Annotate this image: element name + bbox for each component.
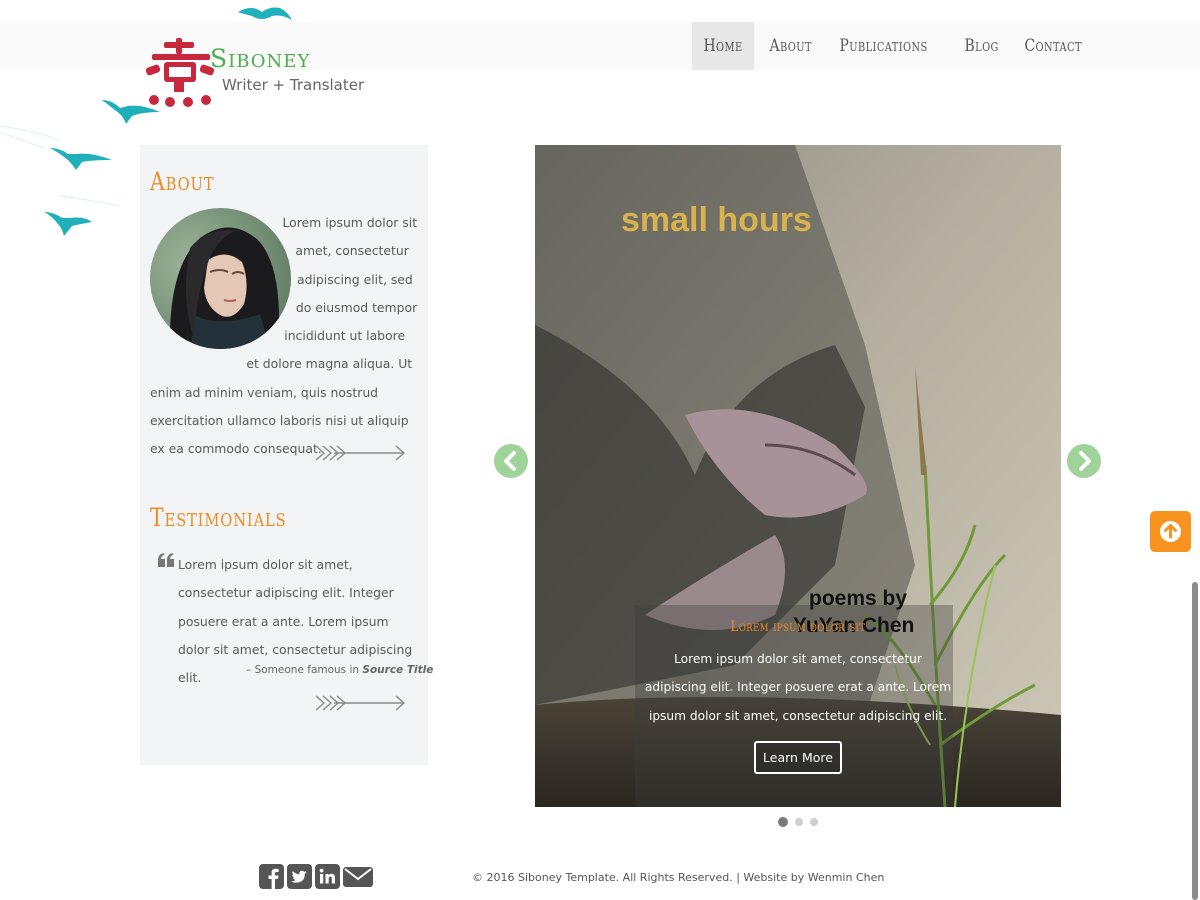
slide-subtitle-line1: poems by [809,587,908,610]
social-links [259,864,373,889]
nav-item-about[interactable]: About [758,22,823,70]
linkedin-icon[interactable] [315,864,340,889]
nav-item-home[interactable]: Home [692,22,755,70]
brand-tagline: Writer + Translater [222,76,365,94]
testimonial-source: – Someone famous in Source Title [246,664,434,676]
quote-icon [158,553,174,567]
back-to-top-button[interactable] [1150,511,1191,552]
nav-item-contact[interactable]: Contact [1013,22,1093,70]
facebook-icon[interactable] [259,864,284,889]
carousel-indicator-1[interactable] [778,817,788,827]
chevron-left-icon [504,451,516,471]
main-nav: Home About Publications Blog Contact [692,22,1101,70]
envelope-icon[interactable] [343,864,373,889]
site-logo[interactable]: Siboney Writer + Translater [144,38,374,110]
footer-copyright: © 2016 Siboney Template. All Rights Rese… [472,871,885,884]
swallow-glyph-icon [145,38,215,107]
carousel-next-button[interactable] [1067,444,1101,478]
nav-item-blog[interactable]: Blog [953,22,1010,70]
carousel-prev-button[interactable] [494,444,528,478]
page-scrollbar[interactable] [1192,582,1198,900]
brand-name: Siboney [210,44,311,73]
chevron-right-icon [1079,451,1091,471]
carousel-indicator-3[interactable] [810,818,818,826]
about-text: Lorem ipsum dolor sit amet, consectetur … [150,215,418,457]
carousel-indicators [778,817,818,827]
caption-text: Lorem ipsum dolor sit amet, consectetur … [644,652,952,723]
source-title: Source Title [362,664,434,676]
caption-heading: Lorem ipsum dolor sit [730,619,866,635]
arrow-up-circle-icon [1160,521,1181,542]
about-more-arrow-icon[interactable] [314,443,406,463]
carousel-indicator-2[interactable] [795,818,803,826]
about-heading: About [150,167,215,196]
carousel-slide[interactable]: small hours poems by YuYan Chen Lorem ip… [535,145,1061,807]
nav-item-publications[interactable]: Publications [828,22,939,70]
learn-more-button[interactable]: Learn More [754,741,842,774]
testimonials-more-arrow-icon[interactable] [314,693,406,713]
twitter-icon[interactable] [287,864,312,889]
sidebar: About Lorem ipsum dolor sit amet, consec… [140,145,433,765]
testimonials-heading: Testimonials [150,503,287,532]
slide-title: small hours [621,201,812,239]
